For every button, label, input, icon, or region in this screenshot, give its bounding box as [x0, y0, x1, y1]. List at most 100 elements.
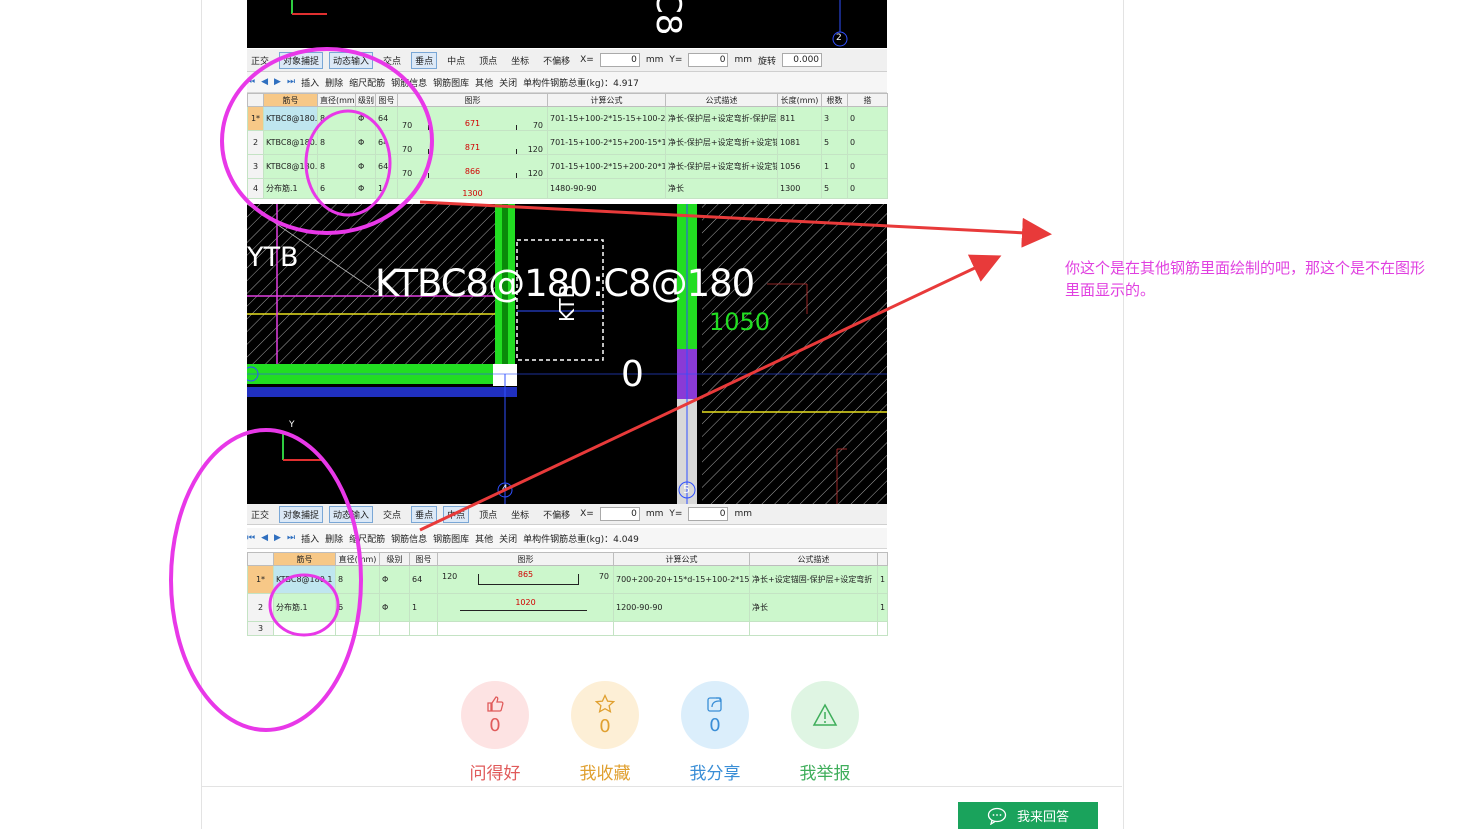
last-record-icon[interactable]: ⏭ [287, 533, 295, 543]
desc-cell[interactable]: 净长+设定锚固-保护层+设定弯折 [749, 565, 878, 594]
col-header[interactable]: 长度(mm) [777, 93, 822, 107]
grade-cell[interactable]: Φ [355, 106, 376, 131]
formula-cell[interactable] [613, 621, 750, 636]
count-cell[interactable]: 5 [821, 178, 848, 199]
vertex-snap[interactable]: 顶点 [475, 506, 501, 523]
rotate-input[interactable]: 0.000 [782, 53, 823, 67]
figure-no-cell[interactable]: 64 [375, 130, 398, 155]
offset-select[interactable]: 不偏移 [539, 52, 574, 69]
delete-button[interactable]: 删除 [325, 532, 343, 545]
col-header[interactable]: 计算公式 [547, 93, 666, 107]
figure-no-cell[interactable]: 64 [375, 106, 398, 131]
lap-cell[interactable]: 0 [847, 178, 888, 199]
bar-name-cell[interactable]: KTBC8@180.1 [273, 565, 336, 594]
favorite-label[interactable]: 我收藏 [571, 759, 639, 784]
grade-cell[interactable]: Φ [379, 593, 410, 622]
formula-cell[interactable]: 1480-90-90 [547, 178, 666, 199]
formula-cell[interactable]: 701-15+100-2*15+200-20*15*d [547, 154, 666, 179]
count-cell[interactable]: 3 [821, 106, 848, 131]
like-button[interactable]: 0 问得好 [461, 681, 529, 784]
grade-cell[interactable]: Φ [379, 565, 410, 594]
dynamic-input-toggle[interactable]: 动态输入 [329, 51, 374, 69]
scale-rebar-button[interactable]: 缩尺配筋 [349, 532, 385, 545]
col-header[interactable]: 筋号 [263, 93, 318, 107]
insert-button[interactable]: 插入 [301, 532, 319, 545]
answer-button[interactable]: 我来回答 [958, 802, 1098, 829]
figure-no-cell[interactable]: 1 [409, 593, 438, 622]
y-input[interactable]: 0 [688, 507, 729, 521]
rebar-info-button[interactable]: 钢筋信息 [391, 76, 427, 89]
grade-cell[interactable]: Φ [355, 130, 376, 155]
share-circle[interactable]: 0 [681, 681, 749, 749]
diameter-cell[interactable]: 6 [335, 593, 380, 622]
x-input[interactable]: 0 [599, 53, 640, 67]
diameter-cell[interactable]: 6 [317, 178, 356, 199]
col-header[interactable] [877, 552, 888, 566]
answer-button-label[interactable]: 我来回答 [1017, 806, 1069, 825]
coordinate-snap[interactable]: 坐标 [507, 52, 533, 69]
first-record-icon[interactable]: ⏮ [247, 77, 255, 87]
col-header[interactable]: 级别 [379, 552, 410, 566]
table-row[interactable]: 2 分布筋.1 6 Φ 1 1020 1200-90-90 净长 1 [247, 593, 888, 622]
desc-cell[interactable]: 净长-保护层+设定弯折+设定锚固 [665, 154, 778, 179]
report-circle[interactable] [791, 681, 859, 749]
lap-cell[interactable]: 0 [847, 106, 888, 131]
col-header[interactable]: 图形 [397, 93, 548, 107]
ortho-toggle[interactable]: 正交 [247, 52, 273, 69]
next-record-icon[interactable]: ▶ [274, 77, 281, 87]
like-label[interactable]: 问得好 [461, 759, 529, 784]
grade-cell[interactable]: Φ [355, 178, 376, 199]
bar-name-cell[interactable]: KTBC8@180.1 [263, 106, 318, 131]
y-input[interactable]: 0 [688, 53, 729, 67]
length-cell[interactable]: 1081 [777, 130, 822, 155]
formula-cell[interactable]: 700+200-20+15*d-15+100-2*15 [613, 565, 750, 594]
close-button[interactable]: 关闭 [499, 76, 517, 89]
shape-cell[interactable]: 70 871 120 [397, 130, 548, 155]
col-header[interactable]: 图形 [437, 552, 614, 566]
first-record-icon[interactable]: ⏮ [247, 533, 255, 543]
diameter-cell[interactable]: 8 [317, 154, 356, 179]
rebar-info-button[interactable]: 钢筋信息 [391, 532, 427, 545]
lap-cell[interactable]: 0 [847, 130, 888, 155]
table-row[interactable]: 3 KTBC8@180.3 8 Φ 64 70 866 120 701-15+1… [247, 154, 888, 179]
col-header[interactable]: 根数 [821, 93, 848, 107]
prev-record-icon[interactable]: ◀ [261, 533, 268, 543]
share-button[interactable]: 0 我分享 [681, 681, 749, 784]
table-row[interactable]: 3 [247, 621, 888, 636]
offset-select[interactable]: 不偏移 [539, 506, 574, 523]
desc-cell[interactable]: 净长-保护层+设定弯折-保护层+设定弯折 [665, 106, 778, 131]
tail-cell[interactable]: 1 [877, 593, 888, 622]
perpendicular-snap[interactable]: 垂点 [411, 51, 438, 69]
midpoint-snap[interactable]: 中点 [443, 52, 469, 69]
bar-name-cell[interactable]: 分布筋.1 [263, 178, 318, 199]
scale-rebar-button[interactable]: 缩尺配筋 [349, 76, 385, 89]
desc-cell[interactable] [749, 621, 878, 636]
tail-cell[interactable] [877, 621, 888, 636]
other-menu[interactable]: 其他 [475, 76, 493, 89]
col-header[interactable]: 图号 [375, 93, 398, 107]
share-label[interactable]: 我分享 [681, 759, 749, 784]
desc-cell[interactable]: 净长 [665, 178, 778, 199]
like-circle[interactable]: 0 [461, 681, 529, 749]
favorite-circle[interactable]: 0 [571, 681, 639, 749]
grade-cell[interactable] [379, 621, 410, 636]
length-cell[interactable]: 1300 [777, 178, 822, 199]
diameter-cell[interactable] [335, 621, 380, 636]
col-header[interactable]: 图号 [409, 552, 438, 566]
lap-cell[interactable]: 0 [847, 154, 888, 179]
other-menu[interactable]: 其他 [475, 532, 493, 545]
x-input[interactable]: 0 [599, 507, 640, 521]
delete-button[interactable]: 删除 [325, 76, 343, 89]
col-header[interactable]: 直径(mm) [317, 93, 356, 107]
table-row[interactable]: 4 分布筋.1 6 Φ 1 1300 1480-90-90 净长 1300 5 … [247, 178, 888, 199]
intersect-snap[interactable]: 交点 [379, 52, 405, 69]
desc-cell[interactable]: 净长 [749, 593, 878, 622]
rotate-label[interactable]: 旋转 [758, 54, 776, 67]
object-snap-toggle[interactable]: 对象捕捉 [279, 505, 324, 523]
table-row[interactable]: 2 KTBC8@180.2 8 Φ 64 70 871 120 701-15+1… [247, 130, 888, 155]
intersect-snap[interactable]: 交点 [379, 506, 405, 523]
diameter-cell[interactable]: 8 [317, 106, 356, 131]
bar-name-cell[interactable]: 分布筋.1 [273, 593, 336, 622]
tail-cell[interactable]: 1 [877, 565, 888, 594]
object-snap-toggle[interactable]: 对象捕捉 [279, 51, 324, 69]
